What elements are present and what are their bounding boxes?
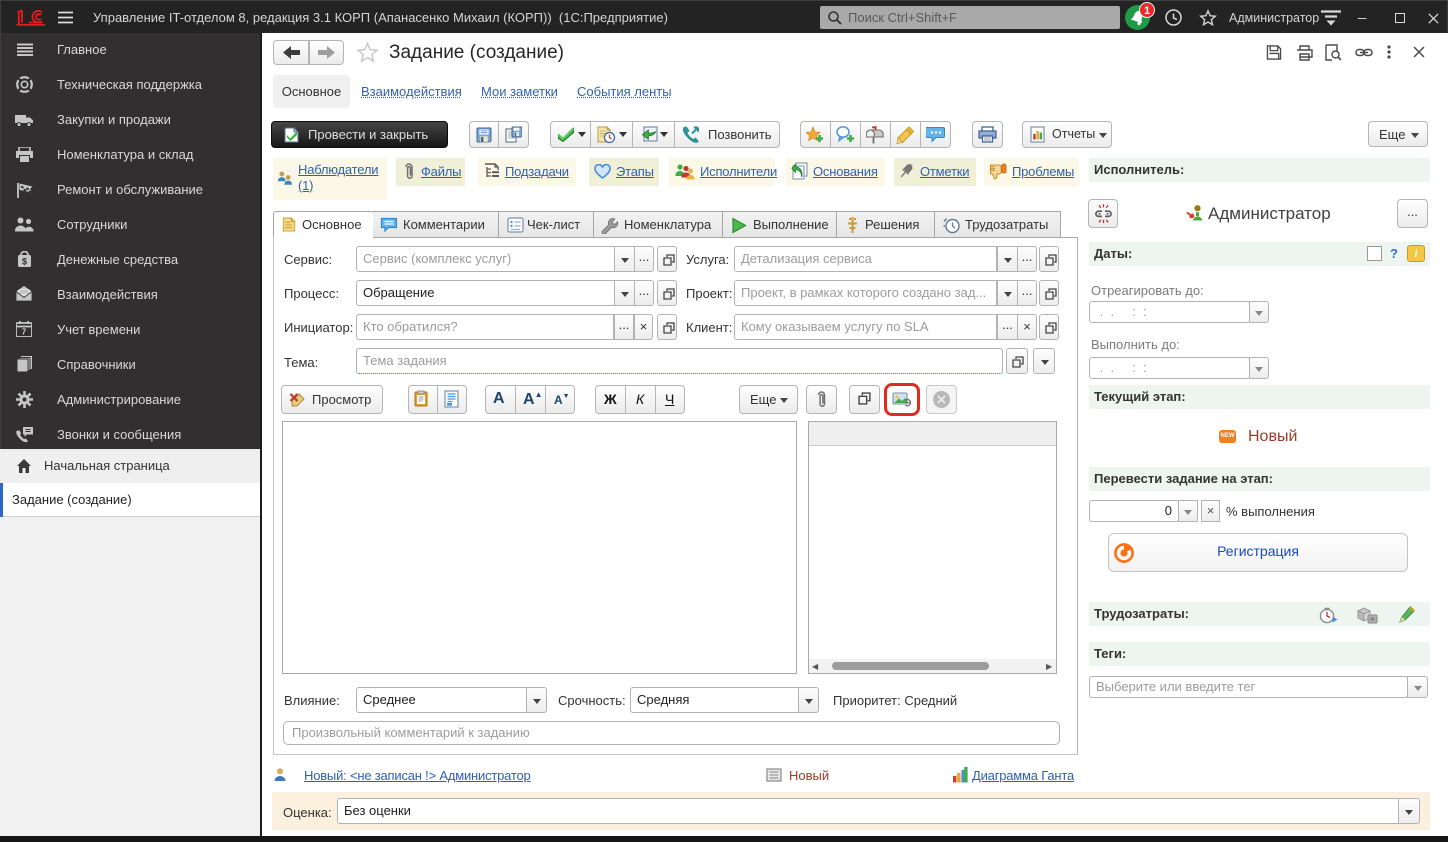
svg-text:$: $ bbox=[22, 257, 27, 267]
svg-text:7: 7 bbox=[22, 327, 27, 337]
